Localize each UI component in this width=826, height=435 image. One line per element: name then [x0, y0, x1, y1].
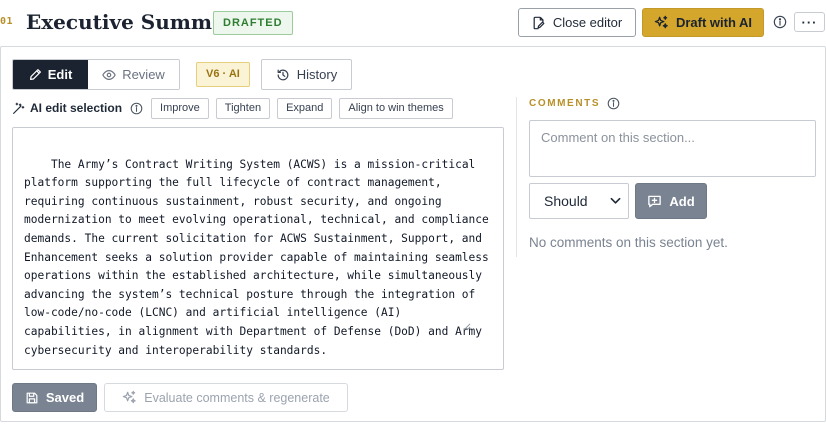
evaluate-regenerate-label: Evaluate comments & regenerate — [144, 390, 330, 405]
ai-edit-label-text: AI edit selection — [30, 101, 123, 115]
section-header: 01 Executive Summary DRAFTED Close edito… — [0, 0, 826, 46]
eye-icon — [102, 68, 116, 82]
history-button[interactable]: History — [261, 59, 352, 90]
status-badge: DRAFTED — [213, 11, 293, 35]
add-comment-icon — [647, 194, 662, 209]
more-options-button[interactable]: ··· — [794, 12, 825, 32]
close-editor-button[interactable]: Close editor — [518, 8, 636, 37]
pencil-icon — [29, 68, 42, 81]
comment-input[interactable] — [529, 120, 816, 177]
empty-comments-text: No comments on this section yet. — [529, 235, 728, 250]
priority-selected-value: Should — [544, 193, 588, 209]
saved-button[interactable]: Saved — [12, 383, 97, 412]
ai-action-expand[interactable]: Expand — [277, 97, 333, 119]
info-icon[interactable] — [773, 15, 787, 29]
tab-edit-label: Edit — [47, 67, 73, 82]
section-editor-panel: Edit Review V6 · AI History AI edit sele… — [0, 46, 826, 422]
comments-heading: COMMENTS — [529, 97, 620, 110]
sparkles-icon — [654, 15, 669, 30]
tab-review[interactable]: Review — [88, 60, 179, 89]
info-icon[interactable] — [607, 97, 620, 110]
section-content-editor[interactable]: The Army’s Contract Writing System (ACWS… — [12, 127, 504, 370]
magic-wand-icon — [12, 102, 25, 115]
column-divider — [516, 97, 517, 257]
section-number: 01 — [0, 16, 14, 27]
close-editor-label: Close editor — [552, 15, 623, 30]
history-label: History — [296, 67, 338, 82]
save-icon — [25, 391, 39, 405]
sparkles-icon — [122, 390, 137, 405]
draft-with-ai-label: Draft with AI — [675, 15, 753, 30]
add-comment-button[interactable]: Add — [635, 183, 707, 219]
ai-action-improve[interactable]: Improve — [151, 97, 209, 119]
history-icon — [276, 68, 290, 82]
tab-edit[interactable]: Edit — [13, 60, 88, 89]
ai-action-tighten[interactable]: Tighten — [215, 97, 271, 119]
ai-action-align-win-themes[interactable]: Align to win themes — [339, 97, 453, 119]
draft-with-ai-button[interactable]: Draft with AI — [642, 8, 764, 37]
view-mode-tabs: Edit Review — [12, 59, 180, 90]
saved-label: Saved — [45, 390, 85, 405]
section-content-text: The Army’s Contract Writing System (ACWS… — [24, 157, 496, 357]
evaluate-regenerate-button[interactable]: Evaluate comments & regenerate — [104, 383, 348, 412]
edit-document-icon — [532, 16, 546, 30]
info-icon[interactable] — [130, 102, 143, 115]
comments-heading-text: COMMENTS — [529, 98, 601, 109]
add-comment-label: Add — [669, 193, 695, 209]
comment-priority-select[interactable]: Should — [529, 183, 629, 219]
ai-edit-toolbar: AI edit selection Improve Tighten Expand… — [12, 97, 460, 119]
chevron-down-icon — [610, 197, 621, 205]
ai-edit-label: AI edit selection — [12, 101, 122, 115]
resize-handle-icon[interactable] — [462, 285, 502, 368]
version-badge: V6 · AI — [196, 62, 250, 87]
tab-review-label: Review — [122, 67, 165, 82]
